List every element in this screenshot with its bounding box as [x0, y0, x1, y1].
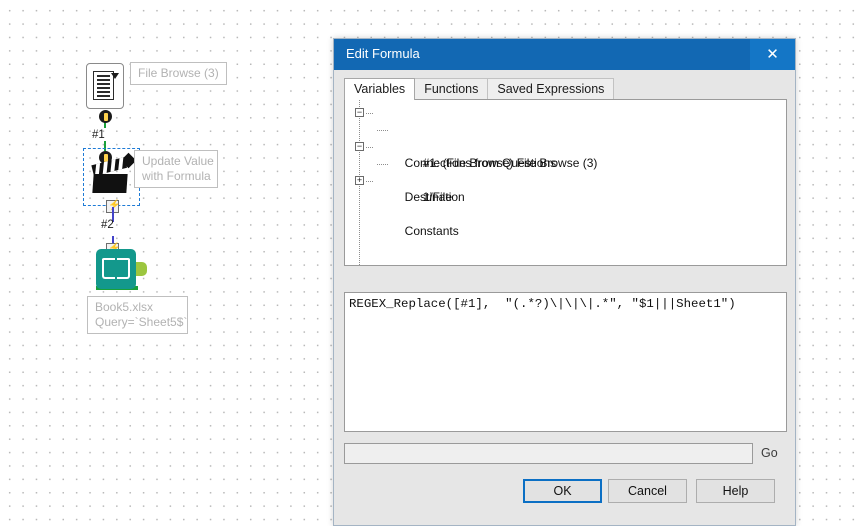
workflow-canvas: File Browse (3) #1 Update Value with For…	[0, 0, 857, 526]
book-icon	[96, 249, 136, 289]
tab-strip: Variables Functions Saved Expressions	[344, 78, 615, 100]
connector-badge-top-1[interactable]	[99, 110, 112, 123]
tree-item-destination[interactable]: − Destination	[345, 138, 786, 204]
tree-dash	[366, 181, 374, 182]
go-input[interactable]	[344, 443, 753, 464]
expander-icon-destination[interactable]: −	[355, 142, 364, 151]
node-label-update-value: Update Value with Formula	[134, 150, 218, 188]
close-icon[interactable]: ✕	[750, 39, 795, 70]
node-file-browse[interactable]	[86, 63, 124, 109]
tree-tee	[377, 164, 389, 165]
cancel-button[interactable]: Cancel	[608, 479, 687, 503]
dialog-titlebar[interactable]: Edit Formula ✕	[334, 39, 795, 70]
clapperboard-body	[92, 174, 128, 193]
connector-label-2: #2	[101, 219, 114, 231]
tree-tee	[377, 130, 389, 131]
node-book5-xlsx[interactable]	[96, 249, 147, 291]
tree-dash	[366, 147, 374, 148]
tree-item-connections-from-questions[interactable]: − Connections from Questions	[345, 104, 786, 170]
node-label-file-browse: File Browse (3)	[130, 62, 227, 85]
tab-functions[interactable]: Functions	[414, 78, 489, 100]
tree-item-connection-1[interactable]: #1: (File Browse) File Browse (3)	[345, 121, 786, 170]
tree-item-label: Constants	[404, 224, 459, 238]
ok-button[interactable]: OK	[523, 479, 602, 503]
tree-dash	[366, 113, 374, 114]
tree-item-label: 1/File	[422, 190, 453, 204]
dialog-title: Edit Formula	[346, 46, 420, 61]
edit-formula-dialog: Edit Formula ✕ Variables Functions Saved…	[333, 38, 796, 526]
expander-icon-constants[interactable]: +	[355, 176, 364, 185]
help-button[interactable]: Help	[696, 479, 775, 503]
go-button[interactable]: Go	[761, 446, 778, 460]
tab-variables[interactable]: Variables	[344, 78, 416, 100]
tree-item-constants[interactable]: + Constants	[345, 172, 786, 238]
tab-saved-expressions[interactable]: Saved Expressions	[487, 78, 615, 100]
tree-item-destination-1-file[interactable]: 1/File	[345, 155, 786, 204]
variables-tree[interactable]: − Connections from Questions #1: (File B…	[344, 99, 787, 266]
expander-icon-connections[interactable]: −	[355, 108, 364, 117]
node-update-value-with-formula[interactable]	[83, 148, 140, 206]
plug-icon	[136, 262, 147, 276]
node-label-book5: Book5.xlsx Query=`Sheet5$`	[87, 296, 188, 334]
chevron-down-icon	[111, 73, 119, 79]
clapperboard-icon	[91, 152, 137, 193]
connector-label-1: #1	[92, 129, 105, 141]
expression-input[interactable]: REGEX_Replace([#1], "(.*?)\|\|\|.*", "$1…	[344, 292, 787, 432]
